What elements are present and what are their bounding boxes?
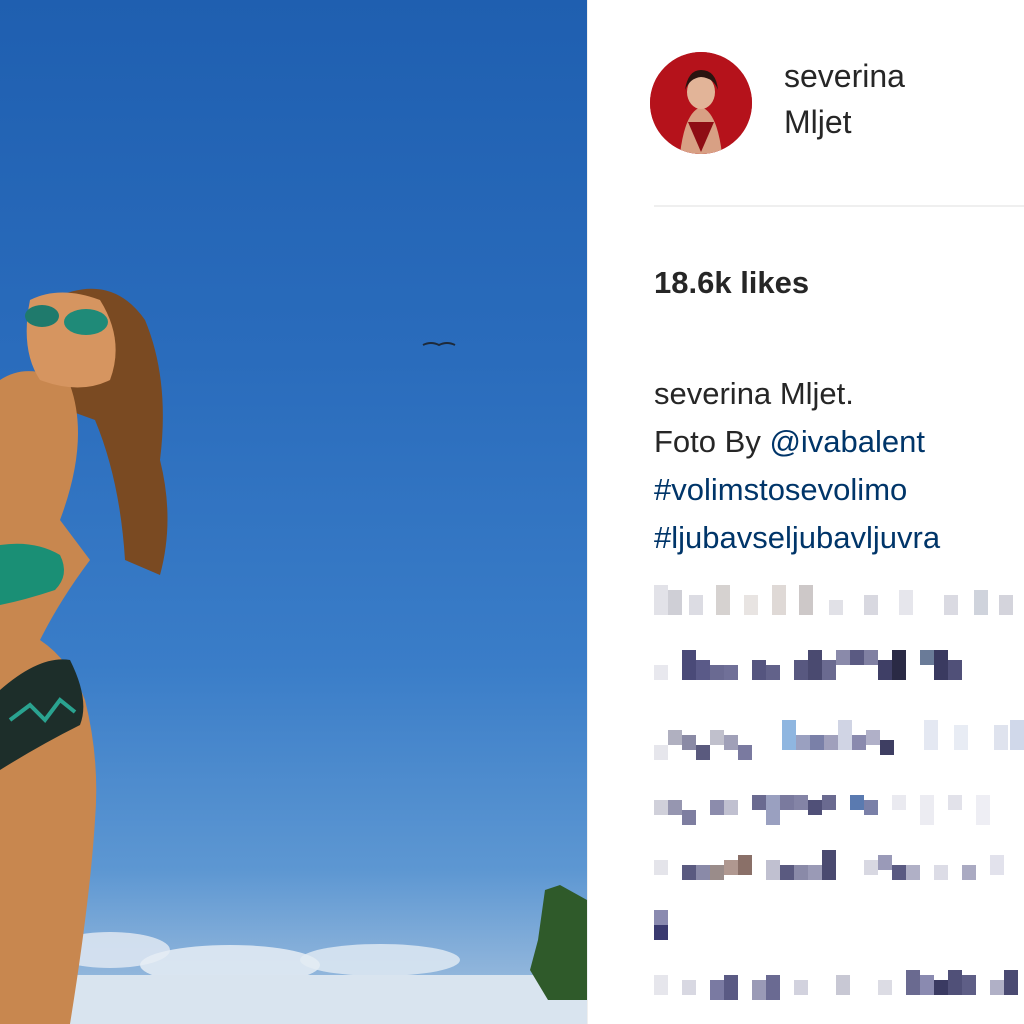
pixelated-comments [654, 580, 1024, 1024]
likes-count[interactable]: 18.6k likes [654, 265, 809, 301]
username[interactable]: severina [784, 58, 905, 95]
caption-credit: Foto By [654, 424, 770, 459]
mention-link[interactable]: @ivabalent [769, 424, 925, 459]
photo-illustration [0, 288, 587, 1024]
caption-line-2: Foto By @ivabalent [654, 418, 940, 466]
pixelation-mosaic [654, 585, 1024, 1000]
location-link[interactable]: Mljet [784, 104, 852, 141]
post-photo[interactable] [0, 0, 587, 1024]
caption-text: Mljet. [779, 376, 854, 411]
avatar[interactable] [650, 52, 752, 154]
caption-author[interactable]: severina [654, 376, 771, 411]
post-caption: severina Mljet. Foto By @ivabalent #voli… [654, 370, 940, 562]
hashtag-link[interactable]: #volimstosevolimo [654, 466, 940, 514]
caption-line-1: severina Mljet. [654, 370, 940, 418]
post-details-panel: severina Mljet 18.6k likes severina Mlje… [588, 0, 1024, 1024]
hashtag-link[interactable]: #ljubavseljubavljuvra [654, 514, 940, 562]
header-divider [654, 205, 1024, 207]
profile-photo-icon [650, 52, 752, 154]
